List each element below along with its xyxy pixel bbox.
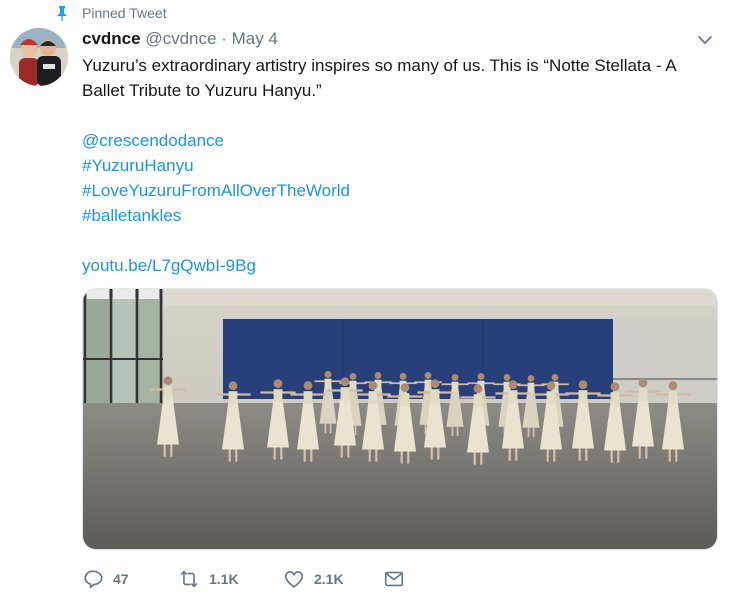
video-thumbnail[interactable] xyxy=(82,288,718,550)
reply-count: 47 xyxy=(113,571,129,587)
pin-icon xyxy=(57,6,67,21)
avatar[interactable] xyxy=(10,28,68,86)
tweet-date[interactable]: May 4 xyxy=(232,29,278,48)
retweet-count: 1.1K xyxy=(209,571,239,587)
hashtag-link[interactable]: #YuzuruHanyu xyxy=(82,156,194,175)
heart-icon xyxy=(284,571,304,588)
pinned-indicator xyxy=(54,3,70,23)
chevron-down-icon[interactable] xyxy=(697,34,713,46)
mention-link[interactable]: @crescendodance xyxy=(82,131,224,150)
reply-button[interactable]: 47 xyxy=(82,568,178,590)
header-separator: · xyxy=(221,29,227,48)
url-link[interactable]: youtu.be/L7gQwbI-9Bg xyxy=(82,256,256,275)
hashtag-link[interactable]: #balletankles xyxy=(82,206,181,225)
retweet-icon xyxy=(180,570,198,588)
direct-message-button[interactable] xyxy=(383,568,405,590)
tweet-text-line: Yuzuru’s extraordinary artistry inspires… xyxy=(82,56,677,75)
hashtag-link[interactable]: #LoveYuzuruFromAllOverTheWorld xyxy=(82,181,350,200)
pinned-tweet-label: Pinned Tweet xyxy=(82,5,167,21)
retweet-button[interactable]: 1.1K xyxy=(178,568,283,590)
tweet-text-line: Ballet Tribute to Yuzuru Hanyu.” xyxy=(82,81,322,100)
like-count: 2.1K xyxy=(314,571,344,587)
tweet-actions: 47 1.1K 2.1K xyxy=(82,566,405,592)
envelope-icon xyxy=(384,571,404,587)
user-handle[interactable]: @cvdnce xyxy=(145,29,216,48)
reply-icon xyxy=(84,570,103,589)
user-name[interactable]: cvdnce xyxy=(82,29,141,48)
tweet-body: Yuzuru’s extraordinary artistry inspires… xyxy=(82,53,712,278)
tweet-header: cvdnce @cvdnce · May 4 xyxy=(82,29,278,49)
like-button[interactable]: 2.1K xyxy=(283,568,383,590)
